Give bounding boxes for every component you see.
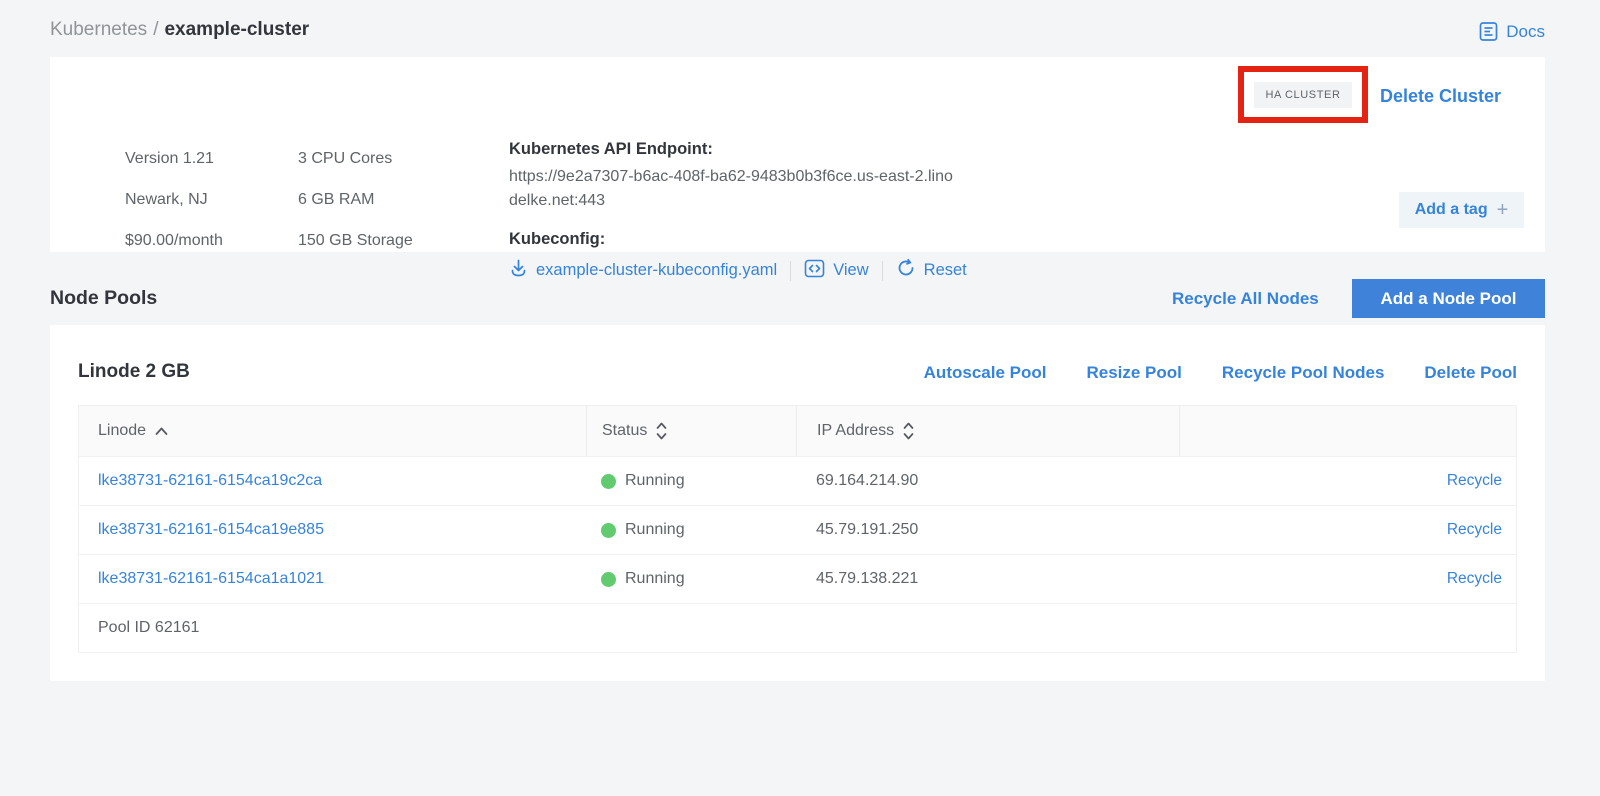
api-endpoint-url: https://9e2a7307-b6ac-408f-ba62-9483b0b3… xyxy=(509,165,959,213)
kubeconfig-view-link[interactable]: View xyxy=(804,259,868,283)
recycle-all-nodes-button[interactable]: Recycle All Nodes xyxy=(1172,289,1319,309)
delete-cluster-button[interactable]: Delete Cluster xyxy=(1380,86,1501,107)
node-status: Running xyxy=(625,570,685,588)
status-column-label: Status xyxy=(602,422,647,440)
recycle-node-button[interactable]: Recycle xyxy=(1447,570,1502,588)
cluster-version: Version 1.21 xyxy=(125,138,223,179)
node-row: lke38731-62161-6154ca19e885 Running 45.7… xyxy=(79,505,1516,554)
add-tag-label: Add a tag xyxy=(1415,201,1488,219)
resize-pool-button[interactable]: Resize Pool xyxy=(1086,363,1181,383)
pool-actions: Autoscale Pool Resize Pool Recycle Pool … xyxy=(924,363,1517,383)
docs-label: Docs xyxy=(1506,22,1545,42)
linode-column-label: Linode xyxy=(98,422,146,440)
cluster-specs-column-2: 3 CPU Cores 6 GB RAM 150 GB Storage xyxy=(298,138,413,261)
node-link[interactable]: lke38731-62161-6154ca1a1021 xyxy=(98,570,324,588)
api-endpoint-label: Kubernetes API Endpoint: xyxy=(509,140,969,159)
node-link[interactable]: lke38731-62161-6154ca19c2ca xyxy=(98,472,322,490)
cluster-cpu: 3 CPU Cores xyxy=(298,138,413,179)
recycle-pool-nodes-button[interactable]: Recycle Pool Nodes xyxy=(1222,363,1385,383)
cluster-price: $90.00/month xyxy=(125,220,223,261)
node-pool-card: Linode 2 GB Autoscale Pool Resize Pool R… xyxy=(50,325,1545,681)
status-running-dot xyxy=(601,523,616,538)
breadcrumb-cluster-name: example-cluster xyxy=(164,19,309,40)
status-running-dot xyxy=(601,474,616,489)
breadcrumb: Kubernetes / example-cluster xyxy=(50,19,309,41)
cluster-region: Newark, NJ xyxy=(125,179,223,220)
breadcrumb-separator: / xyxy=(153,19,158,40)
cluster-specs-column-1: Version 1.21 Newark, NJ $90.00/month xyxy=(125,138,223,261)
node-table-header: Linode Status xyxy=(79,406,1516,456)
kubeconfig-download-link[interactable]: example-cluster-kubeconfig.yaml xyxy=(509,258,777,283)
node-ip: 69.164.214.90 xyxy=(816,472,918,490)
docs-icon xyxy=(1478,21,1499,42)
cluster-storage: 150 GB Storage xyxy=(298,220,413,261)
pool-name: Linode 2 GB xyxy=(78,361,190,383)
download-icon xyxy=(509,258,528,283)
divider xyxy=(790,261,791,281)
recycle-node-button[interactable]: Recycle xyxy=(1447,472,1502,490)
reset-icon xyxy=(896,258,916,283)
code-view-icon xyxy=(804,259,825,283)
recycle-node-button[interactable]: Recycle xyxy=(1447,521,1502,539)
delete-pool-button[interactable]: Delete Pool xyxy=(1424,363,1517,383)
status-running-dot xyxy=(601,572,616,587)
pool-id-row: Pool ID 62161 xyxy=(79,603,1516,652)
api-endpoint-block: Kubernetes API Endpoint: https://9e2a730… xyxy=(509,140,969,213)
sort-both-icon xyxy=(902,421,915,441)
sort-by-linode[interactable]: Linode xyxy=(98,422,169,440)
ip-column-label: IP Address xyxy=(817,422,894,440)
breadcrumb-kubernetes-link[interactable]: Kubernetes xyxy=(50,19,147,40)
sort-by-ip[interactable]: IP Address xyxy=(817,421,915,441)
node-status: Running xyxy=(625,521,685,539)
node-table: Linode Status xyxy=(78,405,1517,653)
kubeconfig-block: Kubeconfig: example-cluster-kubeconfig.y… xyxy=(509,230,967,283)
add-node-pool-button[interactable]: Add a Node Pool xyxy=(1352,279,1545,318)
docs-link[interactable]: Docs xyxy=(1478,21,1545,42)
node-row: lke38731-62161-6154ca1a1021 Running 45.7… xyxy=(79,554,1516,603)
node-ip: 45.79.138.221 xyxy=(816,570,918,588)
node-status: Running xyxy=(625,472,685,490)
pool-id-label: Pool ID 62161 xyxy=(79,619,199,637)
kubeconfig-filename: example-cluster-kubeconfig.yaml xyxy=(536,261,777,280)
divider xyxy=(882,261,883,281)
autoscale-pool-button[interactable]: Autoscale Pool xyxy=(924,363,1047,383)
kubeconfig-label: Kubeconfig: xyxy=(509,230,967,249)
sort-both-icon xyxy=(655,421,668,441)
plus-icon: + xyxy=(1497,200,1509,220)
sort-by-status[interactable]: Status xyxy=(602,421,668,441)
node-pools-title: Node Pools xyxy=(50,287,157,310)
cluster-ram: 6 GB RAM xyxy=(298,179,413,220)
reset-label: Reset xyxy=(924,261,967,280)
add-tag-button[interactable]: Add a tag + xyxy=(1399,192,1524,228)
sort-ascending-icon xyxy=(154,426,169,436)
kubeconfig-reset-link[interactable]: Reset xyxy=(896,258,967,283)
node-link[interactable]: lke38731-62161-6154ca19e885 xyxy=(98,521,324,539)
view-label: View xyxy=(833,261,868,280)
ha-cluster-annotation-box: HA CLUSTER xyxy=(1238,66,1368,123)
node-ip: 45.79.191.250 xyxy=(816,521,918,539)
kubernetes-cluster-detail-page: Kubernetes / example-cluster Docs Version … xyxy=(0,0,1600,796)
ha-cluster-badge: HA CLUSTER xyxy=(1254,82,1351,108)
node-row: lke38731-62161-6154ca19c2ca Running 69.1… xyxy=(79,456,1516,505)
